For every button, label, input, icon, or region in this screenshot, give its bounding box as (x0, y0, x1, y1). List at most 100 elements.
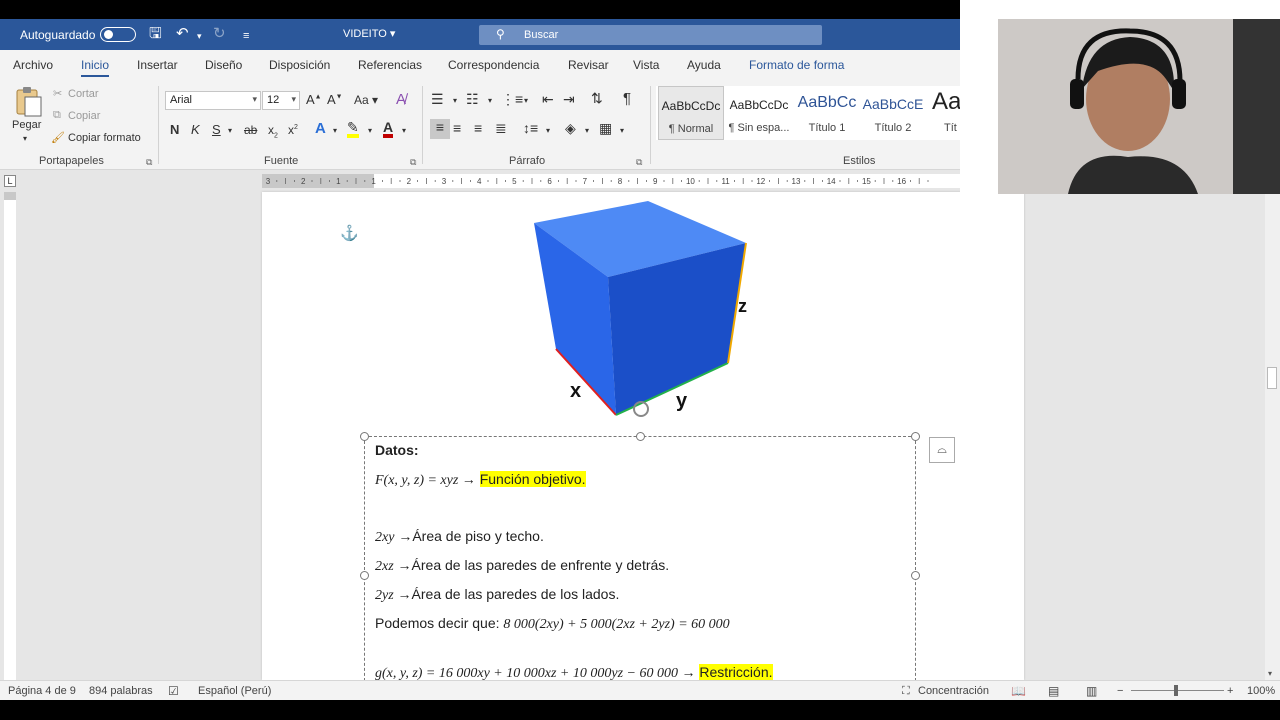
font-color-icon[interactable]: A (383, 120, 394, 138)
show-formatting-icon[interactable]: ¶ (623, 90, 631, 107)
chevron-down-icon[interactable]: ▾ (546, 126, 550, 135)
font-name-combo[interactable]: Arial ▾ (165, 91, 261, 110)
resize-handle-top-left[interactable] (360, 432, 369, 441)
style-title[interactable]: Aa Tít (926, 86, 960, 140)
vertical-scrollbar[interactable]: ▾ (1265, 192, 1280, 680)
borders-icon[interactable]: ▦ (599, 120, 612, 137)
layout-options-button[interactable]: ⌓ (929, 437, 955, 463)
scroll-down-icon[interactable]: ▾ (1268, 669, 1272, 678)
bottom-black-strip (0, 700, 1280, 720)
justify-icon[interactable]: ≣ (495, 120, 507, 137)
save-icon[interactable]: 🖫 (149, 25, 162, 43)
undo-dropdown-icon[interactable]: ▾ (197, 27, 202, 45)
zoom-in-icon[interactable]: + (1227, 685, 1233, 697)
tab-diseno[interactable]: Diseño (205, 58, 242, 72)
chevron-down-icon[interactable]: ▾ (620, 126, 624, 135)
strikethrough-button[interactable]: ab (244, 123, 257, 137)
bullets-icon[interactable]: ☰ (431, 91, 444, 108)
line-spacing-icon[interactable]: ↕≡ (523, 120, 538, 136)
numbering-icon[interactable]: ☷ (466, 91, 479, 108)
format-painter-button[interactable]: Copiar formato (68, 132, 141, 144)
resize-handle-top[interactable] (636, 432, 645, 441)
proofing-icon[interactable]: ☑ (168, 684, 179, 698)
zoom-slider-thumb[interactable] (1174, 685, 1178, 696)
tab-ayuda[interactable]: Ayuda (687, 58, 721, 72)
anchor-icon[interactable]: ⚓ (340, 224, 359, 242)
text-effects-dropdown-icon[interactable]: ▾ (333, 126, 337, 135)
resize-handle-left[interactable] (360, 571, 369, 580)
underline-dropdown-icon[interactable]: ▾ (228, 126, 232, 135)
tab-vista[interactable]: Vista (633, 58, 659, 72)
font-launcher-icon[interactable]: ⧉ (410, 157, 416, 168)
print-layout-icon[interactable]: ▤ (1048, 684, 1059, 698)
tab-formato-de-forma[interactable]: Formato de forma (749, 58, 844, 72)
text-effects-icon[interactable]: A (315, 120, 326, 137)
subscript-button[interactable]: x2 (268, 123, 278, 139)
ruler-number: 4 (477, 177, 482, 186)
tab-archivo[interactable]: Archivo (13, 58, 53, 72)
tab-revisar[interactable]: Revisar (568, 58, 609, 72)
customize-toolbar-icon[interactable]: ≡ (243, 27, 249, 45)
tab-insertar[interactable]: Insertar (137, 58, 178, 72)
align-right-icon[interactable]: ≡ (474, 120, 482, 136)
align-center-icon[interactable]: ≡ (453, 120, 461, 136)
tab-referencias[interactable]: Referencias (358, 58, 422, 72)
shrink-font-icon[interactable]: A▼ (327, 92, 343, 107)
web-layout-icon[interactable]: ▥ (1086, 684, 1097, 698)
underline-button[interactable]: S (212, 122, 221, 137)
highlight-icon[interactable]: ✎ (347, 120, 359, 138)
read-mode-icon[interactable]: 📖 (1011, 684, 1026, 698)
resize-handle-top-right[interactable] (911, 432, 920, 441)
document-page[interactable]: ⚓ x y z ⌓ Datos: F(x, y, z) = xyz → Func… (262, 192, 1024, 686)
focus-icon[interactable]: ⛶ (902, 685, 910, 698)
bold-button[interactable]: N (170, 122, 179, 137)
horizontal-ruler[interactable]: 3 2 1 1 2 3 4 5 6 7 8 9 10 11 12 13 14 15 16 (262, 174, 960, 188)
cut-button[interactable]: Cortar (68, 88, 99, 100)
highlight-dropdown-icon[interactable]: ▾ (368, 126, 372, 135)
tab-correspondencia[interactable]: Correspondencia (448, 58, 539, 72)
word-count[interactable]: 894 palabras (89, 685, 153, 697)
autosave-toggle[interactable] (100, 27, 136, 42)
paste-button[interactable]: Pegar ▾ (8, 84, 48, 146)
focus-button[interactable]: Concentración (918, 685, 989, 697)
chevron-down-icon[interactable]: ▾ (453, 96, 457, 105)
chevron-down-icon[interactable]: ▾ (488, 96, 492, 105)
superscript-button[interactable]: x2 (288, 123, 298, 137)
clipboard-launcher-icon[interactable]: ⧉ (146, 157, 152, 168)
chevron-down-icon[interactable]: ▾ (585, 126, 589, 135)
grow-font-icon[interactable]: A▲ (306, 92, 322, 107)
style-heading-2[interactable]: AaBbCcE Título 2 (860, 86, 926, 140)
style-normal[interactable]: AaBbCcDc ¶ Normal (658, 86, 724, 140)
font-size-combo[interactable]: 12 ▾ (262, 91, 300, 110)
paragraph-launcher-icon[interactable]: ⧉ (636, 157, 642, 168)
document-name[interactable]: VIDEITO ▾ (343, 27, 395, 40)
decrease-indent-icon[interactable]: ⇤ (542, 91, 554, 108)
cube-image[interactable]: x y z (530, 197, 760, 429)
font-color-dropdown-icon[interactable]: ▾ (402, 126, 406, 135)
tab-selector-button[interactable]: L (4, 175, 16, 187)
sort-icon[interactable]: ⇅ (591, 90, 603, 107)
resize-handle-right[interactable] (911, 571, 920, 580)
scrollbar-thumb[interactable] (1267, 367, 1277, 389)
redo-icon[interactable]: ↻ (213, 25, 226, 43)
change-case-icon[interactable]: Aa ▾ (354, 93, 378, 107)
multilevel-list-icon[interactable]: ⋮≡ (501, 91, 523, 108)
style-heading-1[interactable]: AaBbCc Título 1 (794, 86, 860, 140)
shading-icon[interactable]: ◈ (565, 120, 576, 137)
italic-button[interactable]: K (191, 122, 200, 137)
copy-button[interactable]: Copiar (68, 110, 100, 122)
align-left-icon[interactable]: ≡ (430, 119, 450, 139)
tab-disposicion[interactable]: Disposición (269, 58, 330, 72)
page-count[interactable]: Página 4 de 9 (8, 685, 76, 697)
tab-inicio[interactable]: Inicio (81, 58, 110, 77)
clear-format-icon[interactable]: A̸ (396, 91, 406, 108)
search-box[interactable]: ⚲ Buscar (479, 25, 822, 45)
increase-indent-icon[interactable]: ⇥ (563, 91, 575, 108)
zoom-level[interactable]: 100% (1247, 685, 1275, 697)
vertical-ruler[interactable] (4, 192, 16, 680)
undo-icon[interactable]: ↶ (176, 25, 189, 43)
style-no-spacing[interactable]: AaBbCcDc ¶ Sin espa... (726, 86, 792, 140)
chevron-down-icon[interactable]: ▾ (524, 96, 528, 105)
zoom-out-icon[interactable]: − (1117, 685, 1123, 697)
language[interactable]: Español (Perú) (198, 685, 271, 697)
